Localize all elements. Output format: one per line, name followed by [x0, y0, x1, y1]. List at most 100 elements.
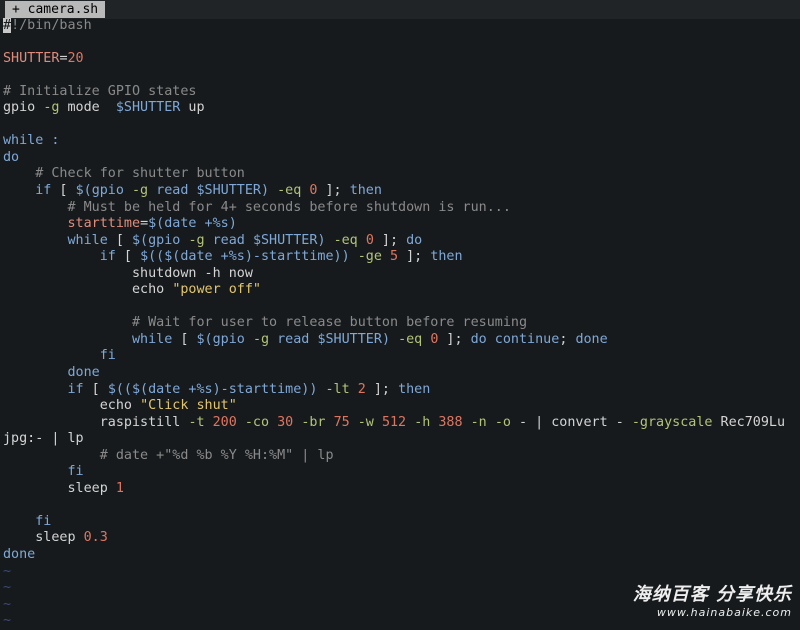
code-line[interactable]: if [ $(($(date +%s)-starttime)) -lt 2 ];… — [0, 382, 800, 399]
code-line[interactable]: while [ $(gpio -g read $SHUTTER) -eq 0 ]… — [0, 233, 800, 250]
code-token: -g — [188, 232, 205, 248]
code-line[interactable]: if [ $(gpio -g read $SHUTTER) -eq 0 ]; t… — [0, 183, 800, 200]
code-token: -ge — [357, 249, 382, 265]
code-token: fi — [99, 348, 116, 364]
code-line[interactable]: # Check for shutter button — [0, 166, 800, 183]
code-token: echo — [132, 282, 173, 298]
code-line[interactable] — [0, 117, 800, 134]
code-token: $SHUTTER — [317, 331, 382, 347]
code-line[interactable]: # Wait for user to release button before… — [0, 315, 800, 332]
code-token: 2 — [357, 381, 366, 397]
code-line[interactable]: #!/bin/bash — [0, 17, 800, 35]
code-token: 0 — [365, 232, 374, 248]
code-line[interactable]: shutdown -h now — [0, 266, 800, 283]
code-token: then — [398, 381, 431, 397]
code-token: starttime — [67, 216, 141, 232]
code-token: mode — [59, 100, 116, 116]
code-token: -g — [43, 100, 60, 116]
code-token: ) — [228, 216, 237, 232]
code-token: done — [67, 364, 100, 380]
code-token: 30 — [277, 414, 294, 430]
code-editor[interactable]: #!/bin/bash SHUTTER=20 # Initialize GPIO s… — [0, 17, 800, 630]
empty-line-marker: ~ — [3, 596, 12, 612]
code-token: -co — [244, 414, 270, 430]
code-line[interactable]: done — [0, 365, 800, 382]
code-line[interactable]: echo "Click shut" — [0, 398, 800, 415]
code-token: [ — [115, 249, 141, 265]
code-line[interactable]: do — [0, 150, 800, 167]
code-token: 200 — [212, 414, 237, 430]
code-token: shutdown -h now — [132, 265, 253, 281]
code-token: gpio — [212, 331, 253, 347]
code-line[interactable]: # Initialize GPIO states — [0, 84, 800, 101]
code-line[interactable] — [0, 497, 800, 514]
code-token: -br — [301, 414, 326, 430]
code-token: ]; — [365, 381, 399, 397]
code-token: 75 — [333, 414, 350, 430]
code-token: # Initialize GPIO states — [3, 83, 197, 99]
code-line[interactable]: while : — [0, 133, 800, 150]
code-line[interactable]: sleep 0.3 — [0, 530, 800, 547]
code-token: ]; — [438, 331, 471, 347]
code-token: -t — [188, 414, 205, 430]
code-token: while : — [3, 133, 60, 149]
code-token: continue — [486, 331, 560, 347]
code-token: )-starttime)) — [212, 381, 326, 397]
code-token: while — [132, 331, 173, 347]
code-token: [ — [51, 182, 76, 198]
code-line[interactable]: while [ $(gpio -g read $SHUTTER) -eq 0 ]… — [0, 332, 800, 349]
code-line[interactable]: ~ — [0, 564, 800, 581]
code-token: = — [59, 50, 68, 66]
code-line[interactable]: sleep 1 — [0, 481, 800, 498]
code-line[interactable]: done — [0, 547, 800, 564]
code-line[interactable]: jpg:- | lp — [0, 431, 800, 448]
code-token: if — [99, 249, 116, 265]
empty-line-marker: ~ — [3, 580, 12, 596]
tab-camera-sh[interactable]: + camera.sh — [5, 1, 106, 18]
code-token: -o — [494, 414, 511, 430]
code-line[interactable]: starttime=$(date +%s) — [0, 216, 800, 233]
code-line[interactable]: # date +"%d %b %Y %H:%M" | lp — [0, 448, 800, 465]
code-line[interactable]: fi — [0, 514, 800, 531]
code-token: SHUTTER — [3, 50, 60, 66]
code-line[interactable] — [0, 299, 800, 316]
code-line[interactable]: fi — [0, 464, 800, 481]
code-token: date +%s — [164, 216, 229, 232]
code-token: 388 — [438, 414, 463, 430]
code-line[interactable]: gpio -g mode $SHUTTER up — [0, 100, 800, 117]
code-line[interactable]: fi — [0, 348, 800, 365]
code-token: up — [180, 100, 205, 116]
code-token: [ — [107, 232, 132, 248]
code-line[interactable]: raspistill -t 200 -co 30 -br 75 -w 512 -… — [0, 415, 800, 432]
code-line[interactable]: if [ $(($(date +%s)-starttime)) -ge 5 ];… — [0, 249, 800, 266]
code-token: if — [35, 182, 52, 198]
code-token: $( — [75, 182, 92, 198]
code-token: 512 — [381, 414, 407, 430]
code-line[interactable] — [0, 34, 800, 51]
code-line[interactable]: echo "power off" — [0, 282, 800, 299]
text-cursor: # — [3, 17, 12, 33]
code-line[interactable] — [0, 67, 800, 84]
code-token: = — [140, 216, 149, 232]
code-token: 20 — [67, 50, 84, 66]
code-line[interactable]: # Must be held for 4+ seconds before shu… — [0, 200, 800, 217]
code-token: read — [148, 182, 197, 198]
empty-line-marker: ~ — [3, 613, 12, 629]
code-token: date +%s — [148, 381, 213, 397]
empty-line-marker: ~ — [3, 563, 12, 579]
code-line[interactable]: SHUTTER=20 — [0, 51, 800, 68]
code-token: ) — [381, 331, 399, 347]
